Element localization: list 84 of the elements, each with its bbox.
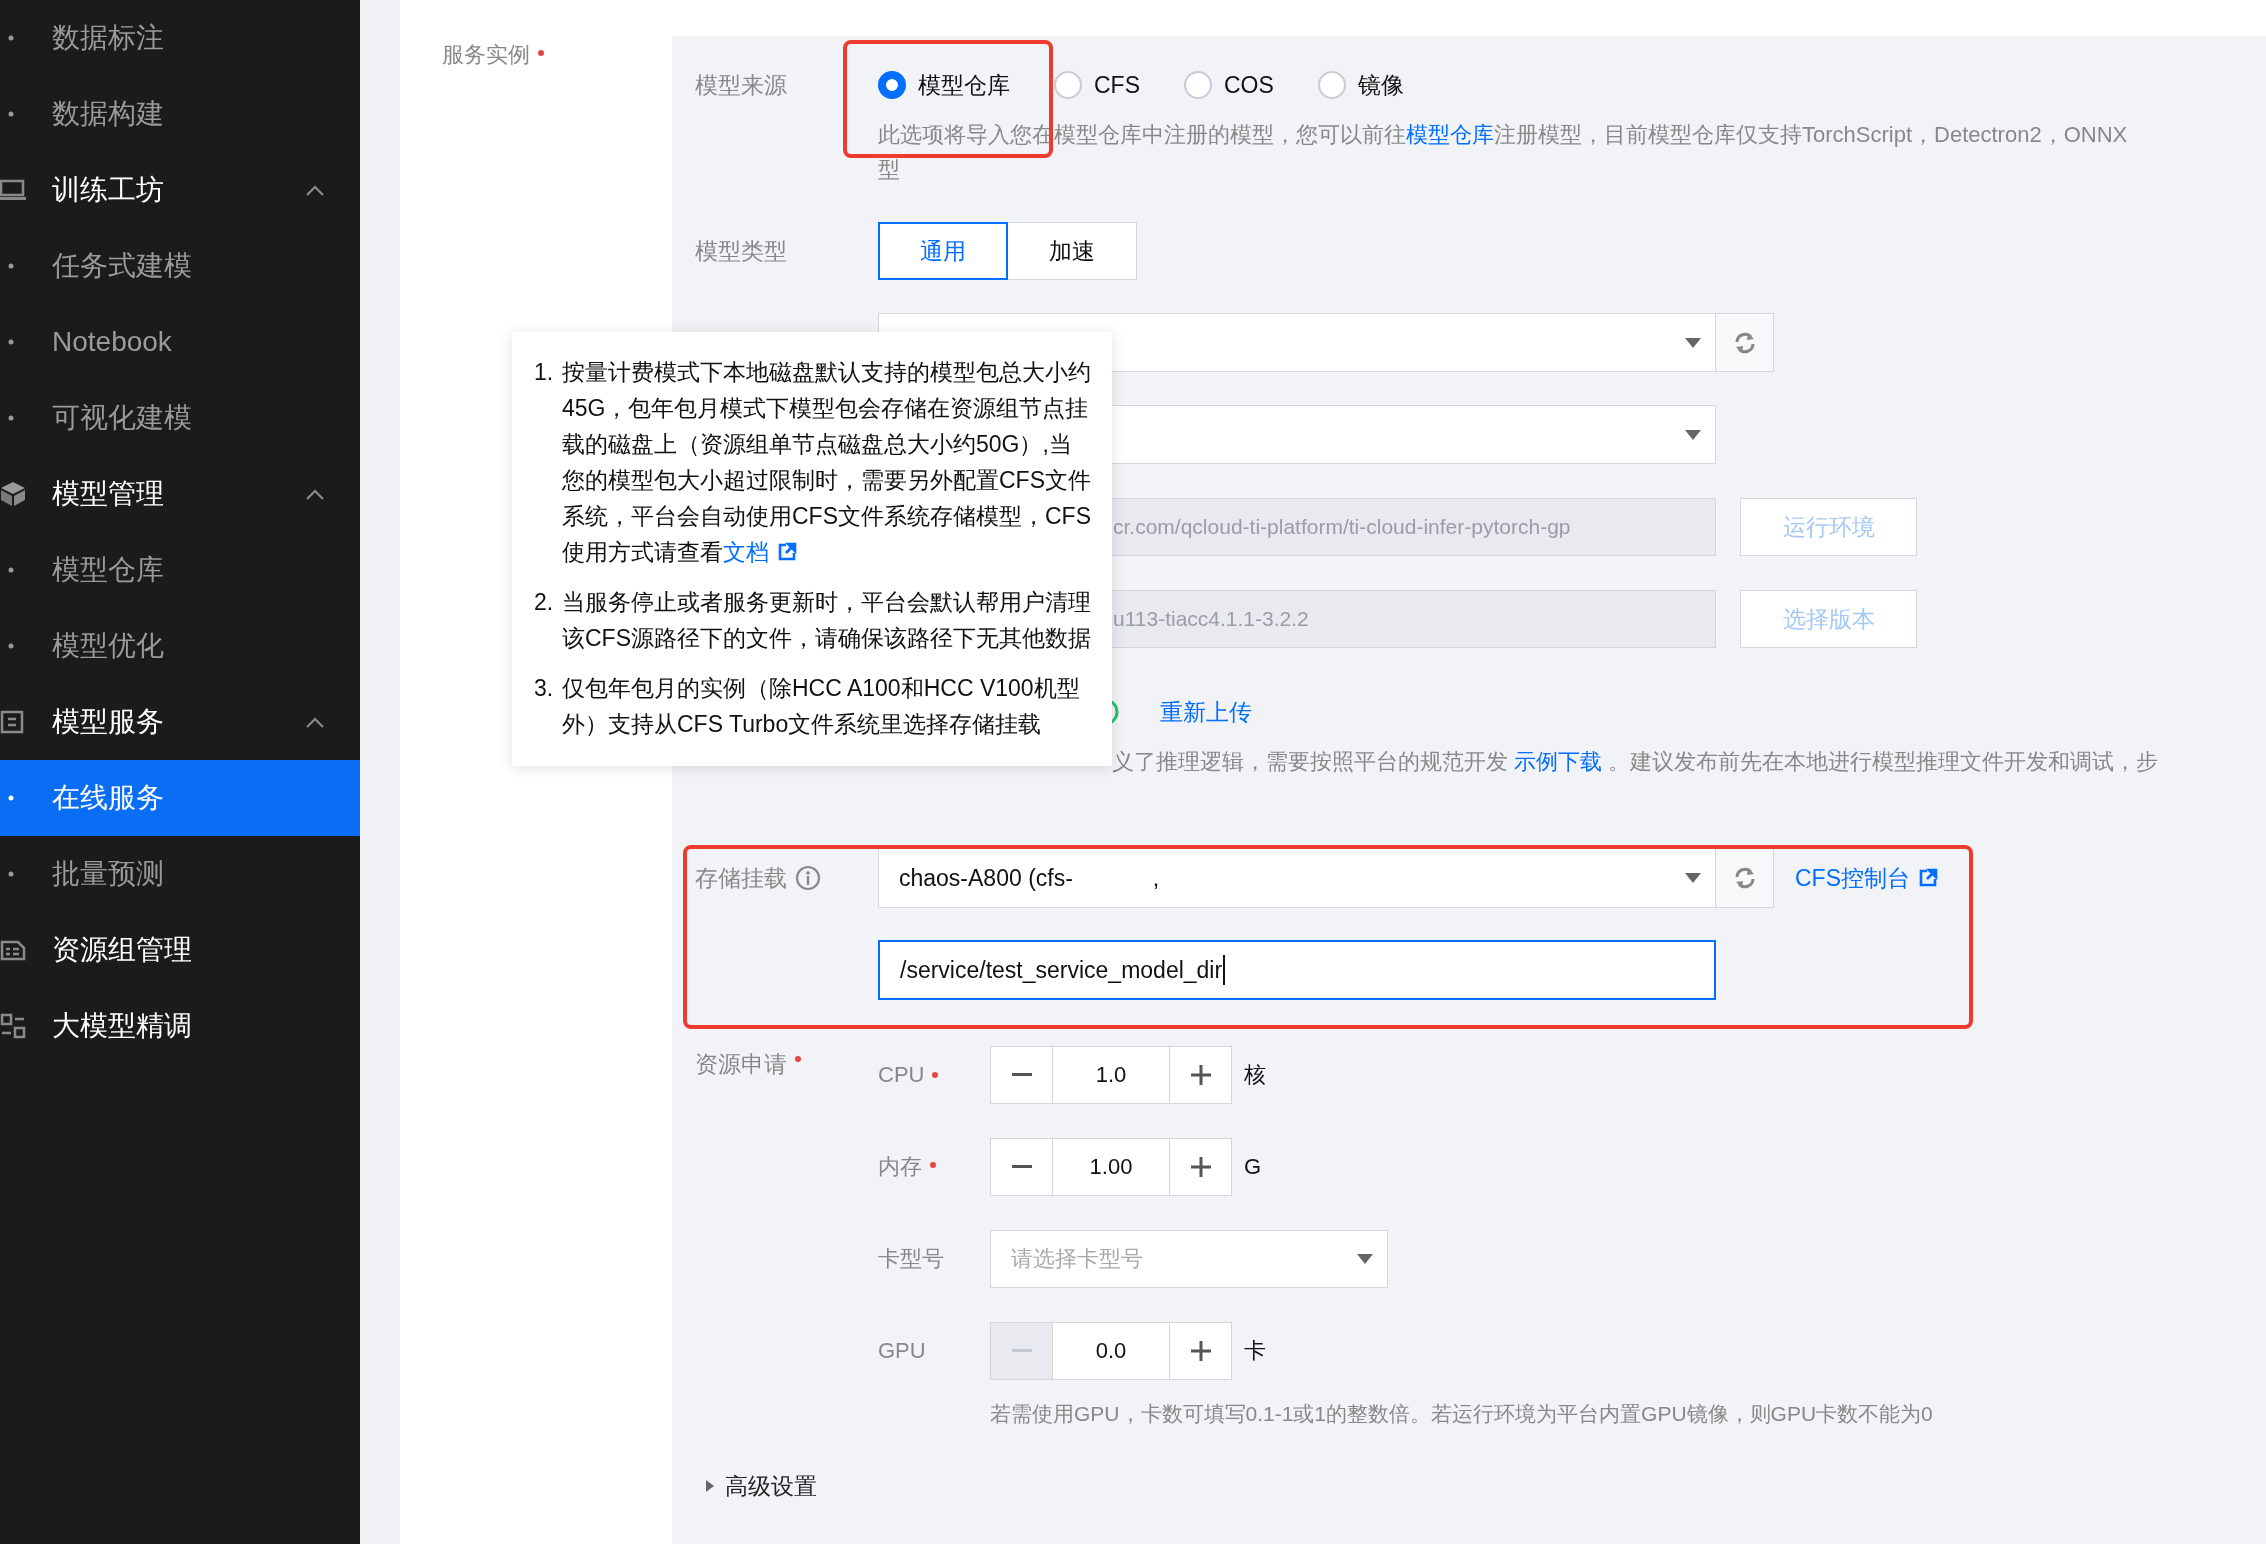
bullet-icon [8, 111, 14, 117]
section-label: 服务实例 [442, 41, 530, 69]
sidebar-group[interactable]: 资源组管理 [0, 912, 360, 988]
reupload-link[interactable]: 重新上传 [1160, 696, 1252, 728]
sidebar-group[interactable]: 模型管理 [0, 456, 360, 532]
radio-label[interactable]: 镜像 [1357, 69, 1404, 101]
cube-icon [0, 481, 26, 507]
tooltip-text: 仅包年包月的实例（除HCC A100和HCC V100机型外）支持从CFS Turbo文件系统里选择存储挂载 [562, 674, 1081, 739]
info-icon[interactable] [795, 865, 821, 891]
cfs-console-link[interactable]: CFS控制台 [1795, 862, 1938, 894]
list-number: 3. [534, 674, 555, 703]
sidebar-item[interactable]: 任务式建模 [0, 228, 360, 304]
bullet-icon [8, 415, 14, 421]
required-mark-icon [932, 1072, 939, 1078]
radio-label[interactable]: 模型仓库 [918, 69, 1010, 101]
radio-button[interactable] [1184, 71, 1212, 99]
sidebar-item[interactable]: 数据构建 [0, 76, 360, 152]
sidebar-group[interactable]: 模型服务 [0, 684, 360, 760]
caret-icon [1685, 429, 1701, 440]
laptop-icon [0, 179, 26, 201]
field-label: GPU [878, 1338, 926, 1364]
model-repo-link[interactable]: 模型仓库 [1406, 122, 1494, 147]
bullet-icon [8, 795, 14, 801]
minus-icon [1011, 1349, 1032, 1353]
plus-icon [1190, 1157, 1211, 1177]
refresh-button[interactable] [1715, 848, 1774, 908]
bullet-icon [8, 567, 14, 573]
radio-button[interactable] [1054, 71, 1082, 99]
required-mark-icon [795, 1056, 801, 1062]
bullet-icon [8, 263, 14, 269]
upload-description: 义了推理逻辑，需要按照平台的规范开发 示例下载 。建议发布前先在本地进行模型推理文件开发和调试，步 [1112, 748, 2159, 776]
sidebar-item[interactable]: 批量预测 [0, 836, 360, 912]
minus-icon [1011, 1073, 1032, 1077]
sidebar-item[interactable]: 数据标注 [0, 0, 360, 76]
sidebar-item[interactable]: Notebook [0, 304, 360, 380]
external-link-icon [1918, 868, 1938, 888]
field-label: CPU [878, 1062, 925, 1088]
field-label: 内存 [878, 1153, 922, 1181]
refresh-button[interactable] [1715, 313, 1774, 372]
cabinet-icon [0, 710, 24, 734]
field-label: 卡型号 [878, 1245, 944, 1273]
bullet-icon [8, 643, 14, 649]
unit-label: G [1244, 1154, 1262, 1180]
segment-button[interactable]: 加速 [1007, 222, 1137, 280]
required-mark-icon [930, 1162, 936, 1168]
unit-label: 核 [1244, 1061, 1266, 1089]
sidebar-item[interactable]: 在线服务 [0, 760, 360, 836]
external-link-icon [777, 542, 797, 562]
caret-icon [1357, 1254, 1373, 1264]
caret-icon [1685, 873, 1701, 883]
path-field[interactable]: /service/test_service_model_dir [878, 940, 1716, 1000]
list-number: 2. [534, 588, 555, 617]
plus-icon [1190, 1341, 1211, 1361]
field-label: 模型类型 [695, 237, 788, 266]
grid-icon [0, 1013, 26, 1039]
field-label: 存储挂载 [695, 864, 787, 893]
sidebar-group[interactable]: 训练工坊 [0, 152, 360, 228]
list-number: 1. [534, 358, 555, 387]
id-card-icon [0, 939, 26, 961]
field-label: 模型来源 [695, 71, 788, 100]
document-link[interactable]: 文档 [723, 539, 769, 565]
unit-label: 卡 [1244, 1337, 1266, 1365]
caret-icon [1685, 337, 1701, 348]
radio-label[interactable]: CFS [1094, 71, 1140, 99]
radio-button[interactable] [1317, 71, 1346, 99]
radio-button[interactable] [878, 71, 906, 99]
sample-download-link[interactable]: 示例下载 [1514, 749, 1603, 774]
segment-button[interactable]: 通用 [878, 222, 1008, 280]
bullet-icon [8, 35, 14, 41]
sidebar-item[interactable]: 模型仓库 [0, 532, 360, 608]
bullet-icon [8, 871, 14, 877]
minus-icon [1011, 1165, 1032, 1169]
sidebar-group[interactable]: 大模型精调 [0, 988, 360, 1064]
advanced-settings-toggle[interactable]: 高级设置 [695, 1468, 817, 1504]
text-cursor [1223, 955, 1226, 985]
bullet-icon [8, 339, 14, 345]
mount-dropdown[interactable]: chaos-A800 (cfs- , [878, 848, 1716, 908]
plus-icon [1190, 1065, 1211, 1085]
sidebar-item[interactable]: 可视化建模 [0, 380, 360, 456]
gpu-hint: 若需使用GPU，卡数可填写0.1-1或1的整数倍。若运行环境为平台内置GPU镜像，则GPU卡数不能为0 [990, 1401, 1933, 1427]
radio-label[interactable]: COS [1224, 71, 1274, 99]
required-mark-icon [538, 50, 544, 56]
sidebar-item[interactable]: 模型优化 [0, 608, 360, 684]
field-label: 资源申请 [695, 1050, 787, 1079]
